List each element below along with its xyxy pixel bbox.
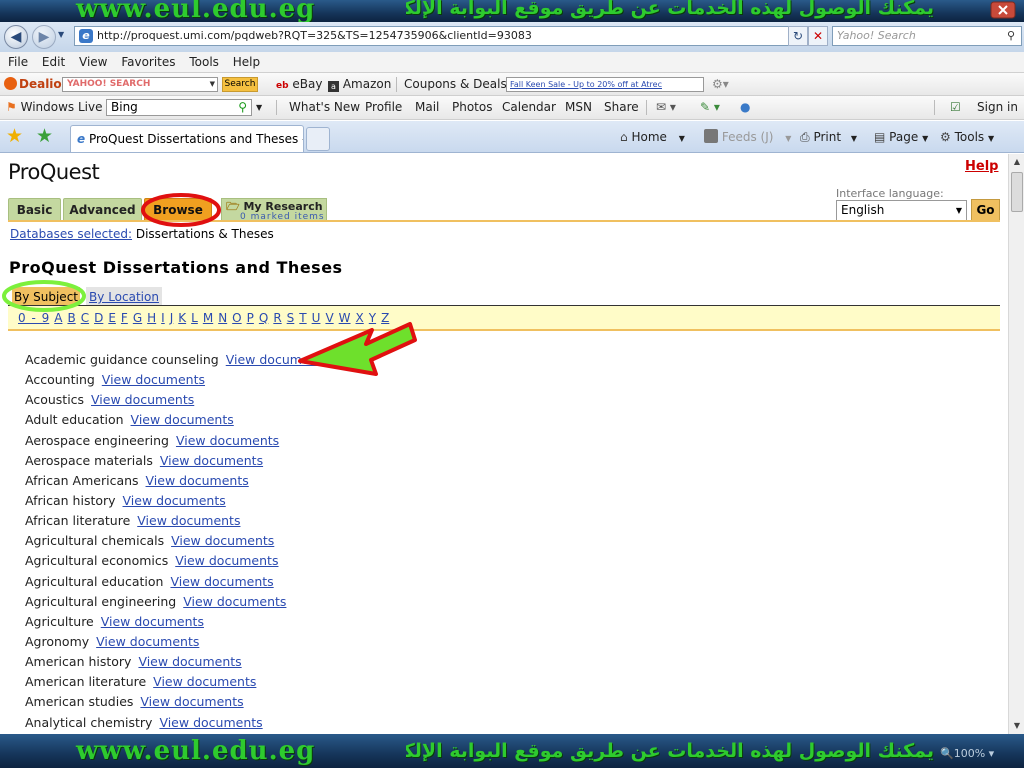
bing-dropdown-icon[interactable]: ▼: [256, 96, 262, 119]
bing-search-icon: ⚲: [238, 100, 247, 114]
search-placeholder: Yahoo! Search: [837, 29, 916, 42]
link-msn[interactable]: MSN: [565, 96, 592, 119]
home-button[interactable]: ⌂ Home ▼: [620, 121, 685, 155]
page-button[interactable]: ▤ Page ▼: [874, 121, 928, 155]
address-bar-row: ◀ ▶ ▼ e http://proquest.umi.com/pqdweb?R…: [0, 22, 1024, 52]
link-calendar[interactable]: Calendar: [502, 96, 556, 119]
dealio-options-icon[interactable]: ⚙▾: [712, 73, 729, 96]
refresh-icon[interactable]: ↻: [788, 26, 808, 46]
link-mail[interactable]: Mail: [415, 96, 439, 119]
bottom-banner: www.eul.edu.eg يمكنك الوصول لهذه الخدمات…: [0, 734, 1024, 768]
back-button[interactable]: ◀: [4, 25, 28, 49]
menu-favorites[interactable]: Favorites: [116, 52, 180, 73]
address-text: http://proquest.umi.com/pqdweb?RQT=325&T…: [97, 29, 532, 42]
scroll-down-icon: ▼: [1013, 721, 1021, 730]
menu-tools[interactable]: Tools: [184, 52, 224, 73]
link-profile[interactable]: Profile: [365, 96, 402, 119]
search-input[interactable]: Yahoo! Search ⚲: [832, 26, 1022, 46]
signin-icon: ☑: [950, 100, 961, 114]
writer-icon[interactable]: ✎ ▾: [700, 96, 720, 119]
print-button[interactable]: ⎙ Print ▼: [800, 121, 857, 155]
promo-dropdown[interactable]: Fall Keen Sale - Up to 20% off at Atrec: [506, 77, 704, 92]
vertical-scrollbar[interactable]: ▲ ▼: [1008, 154, 1024, 734]
search-icon[interactable]: ⚲: [1007, 27, 1015, 45]
menu-file[interactable]: File: [0, 52, 33, 73]
ie-page-icon: e: [79, 29, 93, 43]
scrollbar-thumb: [1011, 172, 1023, 212]
banner-url: www.eul.edu.eg: [76, 0, 316, 22]
ebay-link[interactable]: eb eBay: [276, 73, 322, 98]
menu-bar: File Edit View Favorites Tools Help: [0, 52, 1024, 73]
mail-icon[interactable]: ✉ ▾: [656, 96, 676, 119]
browse-highlight-circle: [141, 193, 221, 227]
window-close-icon[interactable]: [990, 1, 1016, 19]
history-dropdown-icon[interactable]: ▼: [58, 30, 64, 39]
link-whats-new[interactable]: What's New: [289, 96, 360, 119]
annotation-overlay: [2, 193, 417, 376]
add-favorite-icon[interactable]: ★: [36, 125, 53, 147]
top-banner: www.eul.edu.eg يمكنك الوصول لهذه الخدمات…: [0, 0, 1024, 22]
yahoo-search-input[interactable]: YAHOO! SEARCH ▼: [62, 77, 218, 92]
dealio-toolbar: Dealio YAHOO! SEARCH ▼ Search eb eBay a …: [0, 73, 1024, 96]
menu-edit[interactable]: Edit: [37, 52, 70, 73]
dealio-search-button[interactable]: Search: [222, 77, 258, 92]
link-share[interactable]: Share: [604, 96, 639, 119]
tab-bar: ★ ★ e ProQuest Dissertations and Theses …: [0, 121, 1024, 153]
amazon-link[interactable]: a Amazon: [328, 73, 391, 96]
new-tab-button[interactable]: [306, 127, 330, 151]
menu-help[interactable]: Help: [228, 52, 265, 73]
zoom-level[interactable]: 🔍100% ▾: [940, 747, 994, 760]
windows-live-toolbar: ⚑ Windows Live Bing ⚲ ▼ What's New Profil…: [0, 96, 1024, 120]
page-content: ProQuest Help Interface language: Englis…: [0, 154, 1008, 734]
banner-url-bottom: www.eul.edu.eg: [76, 736, 316, 766]
menu-view[interactable]: View: [74, 52, 112, 73]
tab-proquest[interactable]: e ProQuest Dissertations and Theses - Pr…: [70, 125, 304, 152]
arrow-annotation: [298, 322, 417, 376]
windows-live-logo[interactable]: ⚑ Windows Live: [6, 96, 102, 119]
link-photos[interactable]: Photos: [452, 96, 492, 119]
tools-button[interactable]: ⚙ Tools ▼: [940, 121, 994, 155]
feeds-button[interactable]: Feeds (J) ▼: [704, 121, 791, 155]
stop-icon[interactable]: ✕: [808, 26, 828, 46]
banner-arabic-text-bottom: يمكنك الوصول لهذه الخدمات عن طريق موقع ا…: [406, 740, 934, 762]
bing-search-input[interactable]: Bing ⚲: [106, 99, 252, 116]
coupons-link[interactable]: Coupons & Deals: [404, 73, 507, 96]
address-input[interactable]: e http://proquest.umi.com/pqdweb?RQT=325…: [74, 26, 814, 46]
messenger-icon[interactable]: ●: [740, 96, 750, 119]
scroll-up-icon: ▲: [1013, 157, 1021, 166]
banner-arabic-text: يمكنك الوصول لهذه الخدمات عن طريق موقع ا…: [406, 0, 934, 19]
favorites-star-icon[interactable]: ★: [6, 125, 23, 147]
by-subject-highlight-circle: [2, 280, 86, 312]
dealio-logo[interactable]: Dealio: [4, 73, 62, 96]
forward-button[interactable]: ▶: [32, 25, 56, 49]
signin-link[interactable]: Sign in: [977, 96, 1018, 119]
